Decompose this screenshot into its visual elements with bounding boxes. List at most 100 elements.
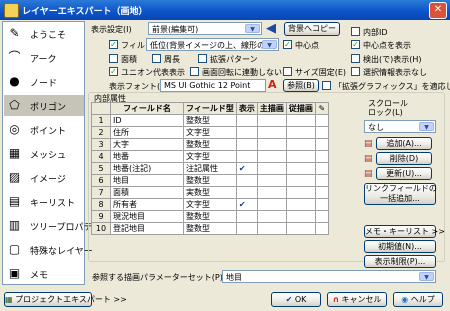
table-row[interactable]: 7 面積 実数型: [91, 186, 329, 199]
cell-name[interactable]: 登記地目: [110, 222, 184, 235]
union-checkbox[interactable]: ✓: [109, 67, 118, 76]
perimeter-checkbox[interactable]: [152, 54, 161, 63]
cell-sub[interactable]: [285, 198, 316, 211]
cell-main[interactable]: [256, 162, 287, 175]
size-fixed-checkbox[interactable]: [283, 67, 292, 76]
font-field[interactable]: MS UI Gothic 12 Point: [160, 79, 266, 92]
cell-show[interactable]: [235, 138, 258, 151]
cell-name[interactable]: 現況地目: [110, 210, 184, 223]
cell-sub[interactable]: [285, 222, 316, 235]
table-row[interactable]: 3 大字 整数型: [91, 138, 329, 151]
table-row[interactable]: 9 現況地目 整数型: [91, 210, 329, 223]
project-expert-button[interactable]: ▦ プロジェクトエキスパート >>: [4, 292, 127, 307]
cell-sub[interactable]: [285, 210, 316, 223]
header-field-type[interactable]: フィールド型: [183, 102, 237, 115]
table-row[interactable]: 1 ID 整数型: [91, 114, 329, 127]
cell-sub[interactable]: [285, 126, 316, 139]
memo-keylist-button[interactable]: メモ・キーリスト >>: [364, 225, 445, 238]
cell-main[interactable]: [256, 174, 287, 187]
cell-show[interactable]: [235, 210, 258, 223]
cell-type[interactable]: 文字型: [183, 198, 237, 211]
cell-edit[interactable]: [314, 186, 329, 199]
display-setting-select[interactable]: 前景(編集可) ▼: [148, 22, 262, 35]
center-point-checkbox[interactable]: ✓: [283, 40, 292, 49]
close-button[interactable]: ✕: [429, 2, 447, 19]
cell-show[interactable]: [235, 150, 258, 163]
cell-sub[interactable]: [285, 150, 316, 163]
table-row[interactable]: 5 地番(注記) 注記属性 ✔: [91, 162, 329, 175]
table-row[interactable]: 8 所有者 文字型 ✔: [91, 198, 329, 211]
fill-select[interactable]: 低位(背景イメージの上、線形の下) ▼: [146, 38, 279, 51]
cell-show[interactable]: [235, 174, 258, 187]
cell-main[interactable]: [256, 150, 287, 163]
cell-sub[interactable]: [285, 162, 316, 175]
cell-type[interactable]: 整数型: [183, 114, 237, 127]
delete-button[interactable]: 削除(D): [376, 152, 432, 165]
sidebar-item[interactable]: ⌒ アーク: [4, 47, 84, 68]
param-set-select[interactable]: 地目 ▼: [222, 270, 436, 283]
cell-type[interactable]: 文字型: [183, 126, 237, 139]
cell-type[interactable]: 整数型: [183, 138, 237, 151]
area-checkbox[interactable]: [109, 54, 118, 63]
cell-type[interactable]: 整数型: [183, 174, 237, 187]
header-sub-draw[interactable]: 従描画: [285, 102, 316, 115]
cell-sub[interactable]: [285, 114, 316, 127]
ok-button[interactable]: ✔ OK: [271, 292, 321, 307]
cell-name[interactable]: 所有者: [110, 198, 184, 211]
cell-name[interactable]: 地番(注記): [110, 162, 184, 175]
help-button[interactable]: ◉ ヘルプ: [393, 292, 443, 307]
sidebar-item[interactable]: ▣ メモ: [4, 263, 84, 284]
cell-name[interactable]: 面積: [110, 186, 184, 199]
cell-type[interactable]: 整数型: [183, 222, 237, 235]
cell-show[interactable]: [235, 126, 258, 139]
fill-checkbox[interactable]: ✓: [109, 40, 118, 49]
table-row[interactable]: 6 地目 整数型: [91, 174, 329, 187]
center-show-checkbox[interactable]: ✓: [351, 40, 360, 49]
back-copy-button[interactable]: 背景へコピー: [284, 22, 340, 36]
cell-edit[interactable]: [314, 222, 329, 235]
update-button[interactable]: 更新(U)...: [376, 167, 432, 180]
sidebar-item[interactable]: ▤ キーリスト: [4, 191, 84, 212]
cell-main[interactable]: [256, 186, 287, 199]
selected-show-checkbox[interactable]: [351, 67, 360, 76]
cell-name[interactable]: 地番: [110, 150, 184, 163]
cell-edit[interactable]: [314, 162, 329, 175]
sidebar-item[interactable]: ◎ ポイント: [4, 119, 84, 140]
cell-edit[interactable]: [314, 174, 329, 187]
cell-main[interactable]: [256, 222, 287, 235]
init-value-button[interactable]: 初期値(N)...: [364, 240, 436, 253]
display-limit-button[interactable]: 表示制限(P)...: [364, 255, 436, 268]
cell-show[interactable]: ✔: [235, 162, 258, 175]
cell-type[interactable]: 整数型: [183, 210, 237, 223]
header-edit[interactable]: ✎: [314, 102, 329, 115]
cancel-button[interactable]: ∩ キャンセル: [327, 292, 387, 307]
hatch-show-checkbox[interactable]: [351, 54, 360, 63]
add-button[interactable]: 追加(A)...: [376, 137, 432, 150]
cell-show[interactable]: ✔: [235, 198, 258, 211]
rotate-checkbox[interactable]: [190, 67, 199, 76]
sidebar-item[interactable]: ● ノード: [4, 71, 84, 92]
sidebar-item[interactable]: ⬠ ポリゴン: [4, 95, 84, 116]
ext-graphics-checkbox[interactable]: [322, 81, 331, 90]
header-show[interactable]: 表示: [235, 102, 258, 115]
header-field-name[interactable]: フィールド名: [110, 102, 184, 115]
header-main-draw[interactable]: 主描画: [256, 102, 287, 115]
cell-type[interactable]: 注記属性: [183, 162, 237, 175]
sidebar-item[interactable]: ✎ ようこそ: [4, 23, 84, 44]
scroll-lock-select[interactable]: なし ▼: [364, 120, 436, 133]
cell-edit[interactable]: [314, 126, 329, 139]
sidebar-item[interactable]: ▨ イメージ: [4, 167, 84, 188]
cell-main[interactable]: [256, 126, 287, 139]
cell-main[interactable]: [256, 210, 287, 223]
cell-show[interactable]: [235, 186, 258, 199]
cell-name[interactable]: ID: [110, 114, 184, 127]
cell-sub[interactable]: [285, 174, 316, 187]
cell-sub[interactable]: [285, 186, 316, 199]
sidebar-item[interactable]: ▢ 特殊なレイヤー: [4, 239, 93, 260]
cell-type[interactable]: 文字型: [183, 150, 237, 163]
cell-type[interactable]: 実数型: [183, 186, 237, 199]
table-row[interactable]: 4 地番 文字型: [91, 150, 329, 163]
cell-main[interactable]: [256, 138, 287, 151]
sidebar-item[interactable]: ▦ メッシュ: [4, 143, 84, 164]
cell-name[interactable]: 住所: [110, 126, 184, 139]
